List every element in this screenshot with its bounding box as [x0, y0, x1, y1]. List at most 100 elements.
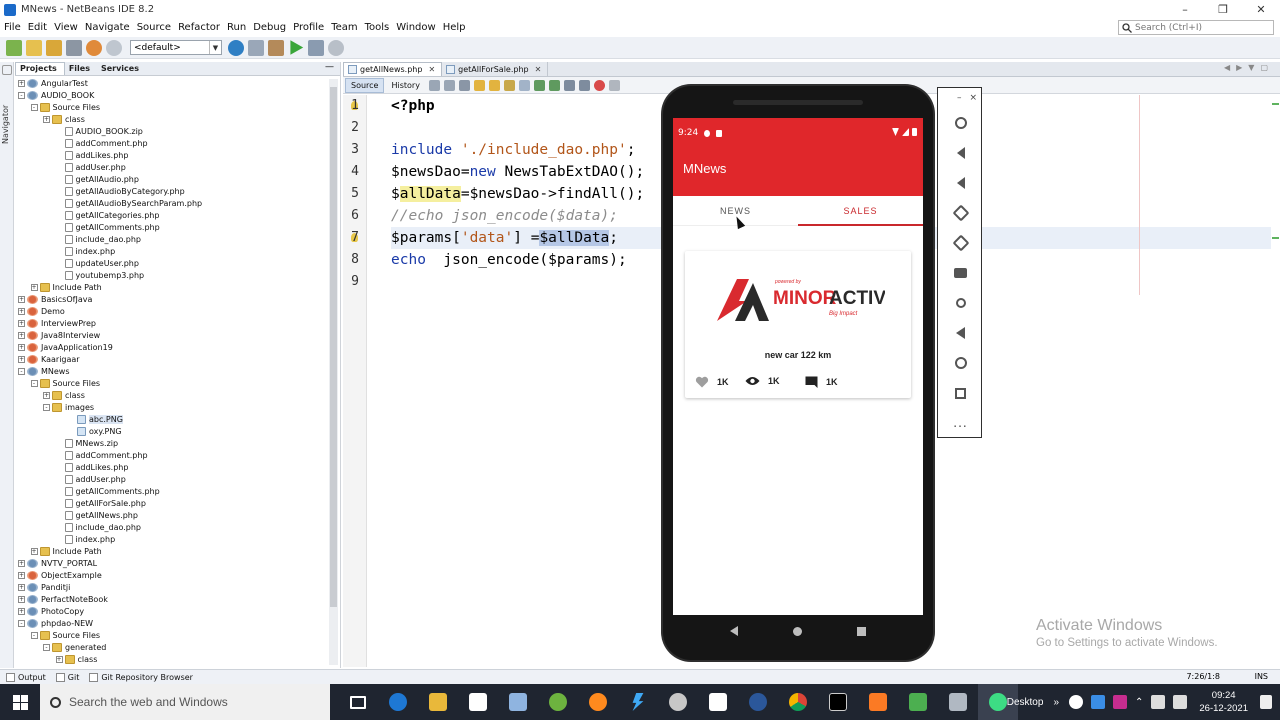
tree-item[interactable]: addComment.php [15, 449, 327, 461]
tree-scrollbar[interactable] [329, 79, 338, 665]
sale-card[interactable]: powered by MINOR ACTIVITY Big Impact new… [685, 251, 911, 398]
tree-item[interactable]: index.php [15, 245, 327, 257]
profile-icon[interactable] [328, 39, 344, 56]
minimize-window-button[interactable]: – [1166, 0, 1204, 19]
expand-icon[interactable]: + [18, 331, 25, 339]
shift-left-icon[interactable] [533, 79, 545, 91]
start-button[interactable] [0, 684, 40, 720]
menu-file[interactable]: File [4, 22, 21, 33]
menu-refactor[interactable]: Refactor [178, 22, 220, 33]
find-next-icon[interactable] [488, 79, 500, 91]
photos-app[interactable] [698, 684, 738, 720]
collapse-icon[interactable]: - [30, 103, 38, 111]
expand-icon[interactable]: + [30, 547, 38, 555]
menu-source[interactable]: Source [137, 22, 171, 33]
editor-tab-getallforsale[interactable]: getAllForSale.php ✕ [442, 62, 549, 76]
expand-icon[interactable]: + [18, 343, 25, 351]
history-mode-button[interactable]: History [386, 79, 424, 92]
tree-item[interactable]: addLikes.php [15, 461, 327, 473]
run-icon[interactable] [290, 40, 304, 55]
tools-app[interactable] [658, 684, 698, 720]
tree-item[interactable]: - phpdao-NEW [15, 617, 327, 629]
tab-services[interactable]: Services [97, 63, 146, 75]
network-icon[interactable] [1151, 695, 1166, 709]
help-icon[interactable] [1069, 695, 1083, 709]
close-window-button[interactable]: ✕ [1242, 0, 1280, 19]
tree-item[interactable]: - Source Files [15, 101, 327, 113]
tree-item[interactable]: + Include Path [15, 545, 327, 557]
tree-item[interactable]: + Java8Interview [15, 329, 327, 341]
collapse-icon[interactable]: - [43, 643, 50, 651]
tree-item[interactable]: AUDIO_BOOK.zip [15, 125, 327, 137]
home-nav-icon[interactable] [792, 626, 802, 636]
caret-position[interactable]: 7:26/1:8 [1186, 672, 1220, 681]
zoom-button[interactable] [938, 288, 983, 318]
tree-item[interactable]: - Source Files [15, 377, 327, 389]
taskbar-clock[interactable]: 09:24 26-12-2021 [1199, 689, 1248, 715]
tree-item[interactable]: - images [15, 401, 327, 413]
task-view-button[interactable] [338, 684, 378, 720]
tree-item[interactable]: MNews.zip [15, 437, 327, 449]
desktop-toolbar[interactable]: Desktop [1007, 697, 1044, 708]
close-tab-icon[interactable]: ✕ [428, 65, 435, 74]
tree-item[interactable]: + class [15, 389, 327, 401]
tree-item[interactable]: - MNews [15, 365, 327, 377]
menu-help[interactable]: Help [443, 22, 466, 33]
tree-item[interactable]: + Include Path [15, 281, 327, 293]
new-project-icon[interactable] [6, 39, 22, 56]
git-window-button[interactable]: Git [55, 672, 79, 682]
tree-item[interactable]: getAllAudio.php [15, 173, 327, 185]
tree-item[interactable]: + class [15, 653, 327, 665]
expand-icon[interactable]: + [18, 355, 25, 363]
collapse-icon[interactable]: - [18, 619, 25, 627]
overview-button[interactable] [938, 378, 983, 408]
tree-item[interactable]: + Demo [15, 305, 327, 317]
toggle-highlight-icon[interactable] [503, 79, 515, 91]
tree-item[interactable]: getAllComments.php [15, 221, 327, 233]
save-all-icon[interactable] [66, 39, 82, 56]
menu-run[interactable]: Run [227, 22, 246, 33]
back-nav-icon[interactable] [730, 626, 739, 636]
tree-item[interactable]: + AngularTest [15, 77, 327, 89]
tree-item[interactable]: + InterviewPrep [15, 317, 327, 329]
expand-icon[interactable]: + [18, 295, 25, 303]
new-file-icon[interactable] [26, 39, 42, 56]
toolbar-expand-icon[interactable]: » [1053, 697, 1059, 708]
screenshot-button[interactable] [938, 258, 983, 288]
tree-item[interactable]: include_dao.php [15, 521, 327, 533]
tab-files[interactable]: Files [65, 63, 97, 75]
taskbar-search[interactable]: Search the web and Windows [40, 684, 330, 720]
output-window-button[interactable]: Output [6, 672, 46, 682]
expand-icon[interactable]: + [18, 559, 25, 567]
back-icon[interactable] [428, 79, 440, 91]
power-button[interactable] [938, 108, 983, 138]
expand-icon[interactable]: + [18, 79, 25, 87]
more-button[interactable]: ... [938, 408, 983, 438]
menu-view[interactable]: View [54, 22, 78, 33]
tree-item[interactable]: - generated [15, 641, 327, 653]
uncomment-icon[interactable] [578, 79, 590, 91]
tree-item[interactable]: updateUser.php [15, 257, 327, 269]
tree-item[interactable]: + JavaApplication19 [15, 341, 327, 353]
collapse-icon[interactable]: - [43, 403, 50, 411]
redo-icon[interactable] [106, 39, 122, 56]
tree-item[interactable]: getAllAudioByCategory.php [15, 185, 327, 197]
tree-item[interactable]: + Kaarigaar [15, 353, 327, 365]
edge-app[interactable] [378, 684, 418, 720]
source-mode-button[interactable]: Source [345, 77, 385, 93]
tray-app-icon[interactable] [1113, 695, 1127, 709]
navigator-label[interactable]: Navigator [1, 105, 10, 144]
expand-icon[interactable]: + [18, 595, 25, 603]
tree-item[interactable]: getAllForSale.php [15, 497, 327, 509]
close-tab-icon[interactable]: ✕ [535, 65, 542, 74]
tree-item[interactable]: getAllAudioBySearchParam.php [15, 197, 327, 209]
volume-up-button[interactable] [938, 138, 983, 168]
tree-item[interactable]: - AUDIO_BOOK [15, 89, 327, 101]
collapse-icon[interactable]: - [18, 367, 25, 375]
find-icon[interactable] [458, 79, 470, 91]
menu-window[interactable]: Window [396, 22, 435, 33]
tree-item[interactable]: index.php [15, 533, 327, 545]
find-prev-icon[interactable] [473, 79, 485, 91]
tree-item[interactable]: abc.PNG [15, 413, 327, 425]
volume-down-button[interactable] [938, 168, 983, 198]
